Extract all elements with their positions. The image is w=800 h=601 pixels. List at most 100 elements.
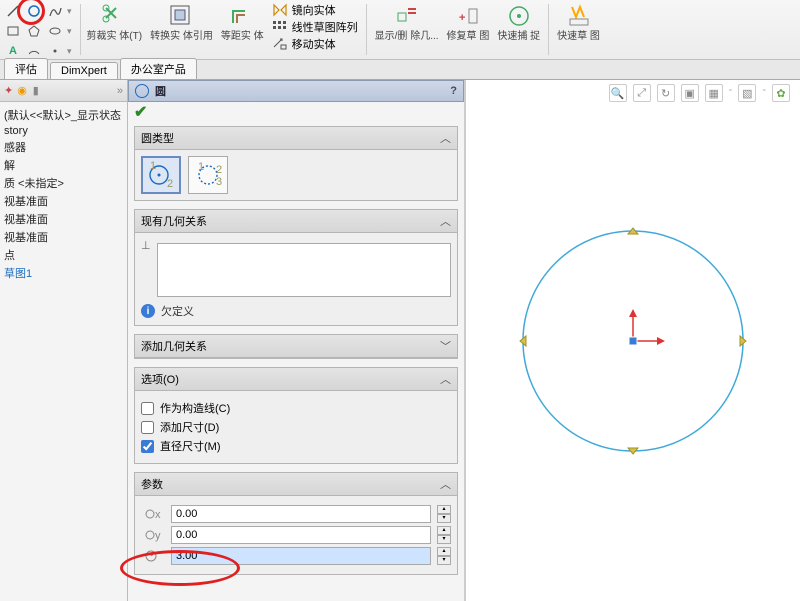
- section-circle-type: 圆类型︿ 12 123: [134, 126, 458, 201]
- param-radius-input[interactable]: [171, 547, 431, 565]
- svg-text:1: 1: [198, 161, 204, 173]
- section-parameters: 参数 ︿ x ▴▾ y ▴▾ ▴▾: [134, 472, 458, 575]
- section-parameters-title: 参数: [141, 476, 163, 492]
- center-circle-type[interactable]: 12: [141, 156, 181, 194]
- rect-tool[interactable]: [4, 22, 22, 40]
- point-tool[interactable]: [46, 42, 64, 60]
- linear-pattern-button[interactable]: 线性草图阵列: [272, 19, 358, 35]
- ribbon: ▾ ▾ A ▾ 剪裁实 体(T) 转换实 体引用 等距实 体 镜向实体: [0, 0, 800, 60]
- scene-icon[interactable]: ✿: [772, 84, 790, 102]
- panel-header: 圆 ?: [128, 80, 464, 102]
- section-relations-title: 现有几何关系: [141, 213, 207, 229]
- tree-plane-3[interactable]: 视基准面: [4, 228, 123, 246]
- ok-check-icon[interactable]: ✔: [134, 102, 147, 122]
- section-addrel-title: 添加几何关系: [141, 338, 207, 354]
- svg-text:1: 1: [150, 161, 156, 172]
- tree-origin[interactable]: 点: [4, 246, 123, 264]
- param-radius: ▴▾: [141, 547, 451, 565]
- svg-text:y: y: [155, 530, 161, 542]
- offset-entities-button[interactable]: 等距实 体: [221, 2, 264, 42]
- collapse-icon[interactable]: ﹀: [440, 338, 451, 354]
- option-construction[interactable]: 作为构造线(C): [141, 400, 451, 416]
- tree-plane-1[interactable]: 视基准面: [4, 192, 123, 210]
- feature-tree: (默认<<默认>_显示状态 story 感器 解 质 <未指定> 视基准面 视基…: [0, 102, 127, 286]
- param-center-y: y ▴▾: [141, 526, 451, 544]
- help-icon[interactable]: ?: [450, 85, 457, 97]
- cx-icon: x: [141, 505, 165, 523]
- cy-spinner[interactable]: ▴▾: [437, 526, 451, 544]
- tree-plane-2[interactable]: 视基准面: [4, 210, 123, 228]
- tree-material[interactable]: 质 <未指定>: [4, 174, 123, 192]
- confirm-row: ✔: [128, 102, 464, 122]
- view-toolbar: 🔍 ⤢ ↻ ▣ ▦ - ▧ - ✿: [609, 84, 790, 102]
- zoom-area-icon[interactable]: ⤢: [633, 84, 651, 102]
- section-circle-type-title: 圆类型: [141, 130, 174, 146]
- small-tools-block: ▾ ▾ A ▾: [4, 2, 72, 60]
- section-view-icon[interactable]: ▣: [681, 84, 699, 102]
- property-panel: 圆 ? ✔ 圆类型︿ 12 123 现有几何关系︿ ⊥ i 欠定义: [128, 80, 466, 601]
- tab-dimxpert[interactable]: DimXpert: [50, 62, 118, 79]
- perimeter-circle-type[interactable]: 123: [188, 156, 228, 194]
- render-icon[interactable]: ▧: [738, 84, 756, 102]
- mirror-entities-button[interactable]: 镜向实体: [272, 2, 358, 18]
- svg-text:2: 2: [216, 164, 222, 176]
- rapid-sketch-button[interactable]: 快速草 图: [557, 2, 600, 42]
- tab-office[interactable]: 办公室产品: [120, 58, 197, 79]
- option-construction-label: 作为构造线(C): [160, 400, 230, 416]
- option-add-dimension[interactable]: 添加尺寸(D): [141, 419, 451, 435]
- repair-sketch-button[interactable]: + 修复草 图: [447, 2, 490, 42]
- tree-annotations[interactable]: 解: [4, 156, 123, 174]
- underdefined-label: 欠定义: [161, 303, 194, 319]
- section-add-relations: 添加几何关系 ﹀: [134, 334, 458, 359]
- circle-tool[interactable]: [25, 2, 43, 20]
- rotate-view-icon[interactable]: ↻: [657, 84, 675, 102]
- line-tool[interactable]: [4, 2, 22, 20]
- pin-icon[interactable]: ▮: [31, 84, 41, 97]
- cy-icon: y: [141, 526, 165, 544]
- display-delete-button[interactable]: 显示/删 除几...: [375, 2, 439, 42]
- radius-icon: [141, 547, 165, 565]
- collapse-icon[interactable]: ︿: [440, 371, 451, 387]
- move-entities-button[interactable]: 移动实体: [272, 36, 358, 52]
- tab-bar: 评估 DimXpert 办公室产品: [0, 60, 800, 80]
- more-icon[interactable]: »: [117, 85, 123, 97]
- info-icon: i: [141, 304, 155, 318]
- param-center-x: x ▴▾: [141, 505, 451, 523]
- section-options: 选项(O)︿ 作为构造线(C) 添加尺寸(D) 直径尺寸(M): [134, 367, 458, 464]
- feature-tree-panel: ✦ ◉ ▮ » (默认<<默认>_显示状态 story 感器 解 质 <未指定>…: [0, 80, 128, 601]
- trim-entities-button[interactable]: 剪裁实 体(T): [87, 2, 143, 42]
- zoom-fit-icon[interactable]: 🔍: [609, 84, 627, 102]
- tree-sketch1[interactable]: 草图1: [4, 264, 123, 282]
- graphics-viewport[interactable]: 🔍 ⤢ ↻ ▣ ▦ - ▧ - ✿: [466, 80, 800, 601]
- collapse-icon[interactable]: ︿: [440, 130, 451, 146]
- svg-text:+: +: [459, 12, 465, 24]
- tree-config[interactable]: (默认<<默认>_显示状态: [4, 106, 123, 124]
- collapse-icon[interactable]: ︿: [440, 213, 451, 229]
- tree-tab-icons: ✦ ◉ ▮ »: [0, 80, 127, 102]
- cx-spinner[interactable]: ▴▾: [437, 505, 451, 523]
- sketch-circle[interactable]: [493, 201, 773, 481]
- display-style-icon[interactable]: ▦: [705, 84, 723, 102]
- main-area: ✦ ◉ ▮ » (默认<<默认>_显示状态 story 感器 解 质 <未指定>…: [0, 80, 800, 601]
- origin-icon[interactable]: ✦: [4, 84, 13, 97]
- globe-icon[interactable]: ◉: [17, 84, 27, 97]
- tree-history[interactable]: story: [4, 124, 123, 138]
- relations-listbox[interactable]: [157, 243, 451, 297]
- poly-tool[interactable]: [25, 22, 43, 40]
- collapse-icon[interactable]: ︿: [440, 476, 451, 492]
- option-diameter-label: 直径尺寸(M): [160, 438, 221, 454]
- panel-title: 圆: [155, 83, 166, 99]
- tab-evaluate[interactable]: 评估: [4, 58, 48, 79]
- param-cy-input[interactable]: [171, 526, 431, 544]
- option-add-dimension-label: 添加尺寸(D): [160, 419, 219, 435]
- quick-snap-button[interactable]: 快速捕 捉: [497, 2, 540, 42]
- option-diameter-dimension[interactable]: 直径尺寸(M): [141, 438, 451, 454]
- spline-tool[interactable]: [46, 2, 64, 20]
- tree-sensors[interactable]: 感器: [4, 138, 123, 156]
- param-cx-input[interactable]: [171, 505, 431, 523]
- ellipse-tool[interactable]: [46, 22, 64, 40]
- radius-spinner[interactable]: ▴▾: [437, 547, 451, 565]
- section-existing-relations: 现有几何关系︿ ⊥ i 欠定义: [134, 209, 458, 326]
- circle-icon: [135, 84, 149, 98]
- convert-entities-button[interactable]: 转换实 体引用: [150, 2, 213, 42]
